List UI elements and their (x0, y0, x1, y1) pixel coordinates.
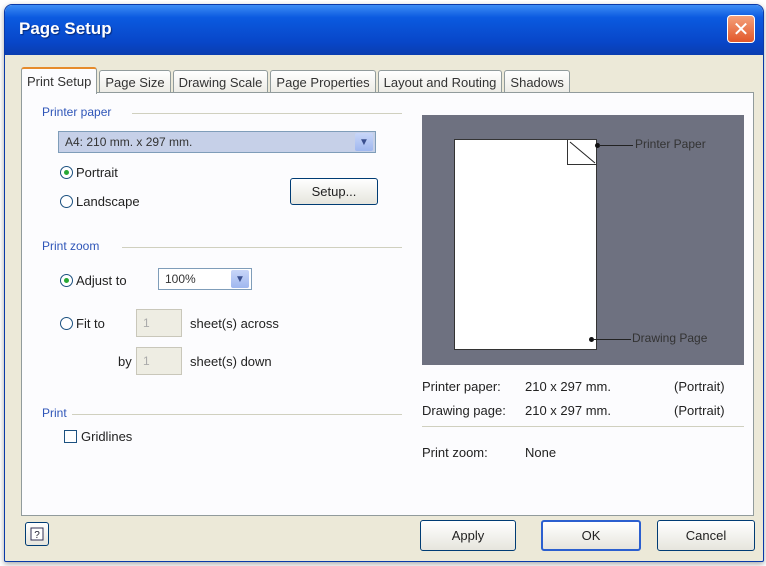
zoom-select[interactable]: 100% ▼ (158, 268, 252, 290)
help-icon: ? (30, 527, 44, 541)
by-label: by (118, 354, 132, 369)
portrait-label: Portrait (76, 165, 118, 180)
fit-down-value: 1 (143, 354, 150, 368)
ok-button-label: OK (581, 528, 601, 543)
info-divider (422, 426, 744, 427)
help-button[interactable]: ? (25, 522, 49, 546)
printer-paper-leader (599, 145, 633, 146)
setup-button[interactable]: Setup... (290, 178, 378, 205)
tab-label: Page Size (105, 74, 165, 90)
adjust-to-label: Adjust to (76, 273, 127, 288)
portrait-option[interactable]: Portrait (60, 165, 118, 180)
close-icon: ✕ (732, 18, 750, 41)
tab-page-properties[interactable]: Page Properties (270, 70, 376, 93)
group-divider (72, 414, 402, 415)
tab-panel-print-setup: Printer paper A4: 210 mm. x 297 mm. ▼ Po… (21, 92, 754, 516)
drawing-page-callout: Drawing Page (632, 331, 708, 345)
printer-paper-value: A4: 210 mm. x 297 mm. (65, 135, 193, 149)
printer-paper-info-size: 210 x 297 mm. (525, 379, 611, 394)
fit-across-value: 1 (143, 316, 150, 330)
apply-button[interactable]: Apply (420, 520, 516, 551)
close-button[interactable]: ✕ (727, 15, 755, 43)
printer-paper-info-orientation: (Portrait) (674, 379, 725, 394)
zoom-value: 100% (165, 272, 196, 286)
apply-button-label: Apply (451, 528, 485, 543)
cancel-button-label: Cancel (685, 528, 727, 543)
svg-text:?: ? (34, 530, 40, 541)
drawing-page-info-size: 210 x 297 mm. (525, 403, 611, 418)
tab-print-setup[interactable]: Print Setup (21, 67, 98, 94)
drawing-page-leader (593, 339, 631, 340)
setup-button-label: Setup... (311, 184, 357, 199)
gridlines-label: Gridlines (81, 429, 133, 444)
page-preview: Printer Paper Drawing Page (422, 115, 744, 365)
tab-layout-and-routing[interactable]: Layout and Routing (377, 70, 503, 93)
adjust-to-option[interactable]: Adjust to (60, 273, 127, 288)
printer-paper-info-label: Printer paper: (422, 379, 501, 394)
chevron-down-icon[interactable]: ▼ (231, 270, 249, 288)
chevron-down-icon[interactable]: ▼ (355, 133, 373, 151)
tab-label: Layout and Routing (383, 74, 497, 90)
fit-to-radio[interactable] (60, 317, 73, 330)
fit-to-label: Fit to (76, 316, 105, 331)
dialog-client: Print Setup Page Size Drawing Scale Page… (13, 59, 755, 553)
group-divider (122, 247, 402, 248)
tab-drawing-scale[interactable]: Drawing Scale (172, 70, 269, 93)
drawing-page-shape (454, 139, 597, 350)
gridlines-checkbox[interactable] (64, 430, 77, 443)
landscape-option[interactable]: Landscape (60, 194, 140, 209)
page-setup-dialog: Page Setup ✕ Print Setup Page Size Drawi… (4, 4, 764, 562)
print-zoom-group-label: Print zoom (42, 239, 100, 253)
print-zoom-info-value: None (525, 445, 557, 460)
tab-label: Drawing Scale (178, 74, 263, 90)
ok-button[interactable]: OK (541, 520, 641, 551)
printer-paper-shape (567, 139, 597, 165)
fit-to-option[interactable]: Fit to (60, 316, 105, 331)
portrait-radio[interactable] (60, 166, 73, 179)
printer-paper-group-label: Printer paper (42, 105, 112, 119)
tab-label: Page Properties (276, 74, 370, 90)
cancel-button[interactable]: Cancel (657, 520, 755, 551)
adjust-to-radio[interactable] (60, 274, 73, 287)
fit-across-input[interactable]: 1 (136, 309, 182, 337)
across-label: sheet(s) across (190, 316, 279, 331)
fit-down-input[interactable]: 1 (136, 347, 182, 375)
tab-strip: Print Setup Page Size Drawing Scale Page… (21, 67, 572, 94)
title-bar[interactable]: Page Setup ✕ (5, 5, 763, 55)
print-group-label: Print (42, 406, 67, 420)
landscape-label: Landscape (76, 194, 140, 209)
gridlines-option[interactable]: Gridlines (64, 429, 132, 444)
tab-page-size[interactable]: Page Size (99, 70, 171, 93)
printer-paper-select[interactable]: A4: 210 mm. x 297 mm. ▼ (58, 131, 376, 153)
printer-paper-corner-icon (569, 141, 596, 164)
group-divider (132, 113, 402, 114)
print-zoom-info-label: Print zoom: (422, 445, 488, 460)
tab-shadows[interactable]: Shadows (504, 70, 570, 93)
drawing-page-info-label: Drawing page: (422, 403, 506, 418)
printer-paper-callout: Printer Paper (635, 137, 706, 151)
drawing-page-info-orientation: (Portrait) (674, 403, 725, 418)
tab-label: Shadows (510, 74, 564, 90)
landscape-radio[interactable] (60, 195, 73, 208)
tab-label: Print Setup (27, 74, 92, 89)
down-label: sheet(s) down (190, 354, 272, 369)
window-title: Page Setup (19, 19, 112, 38)
